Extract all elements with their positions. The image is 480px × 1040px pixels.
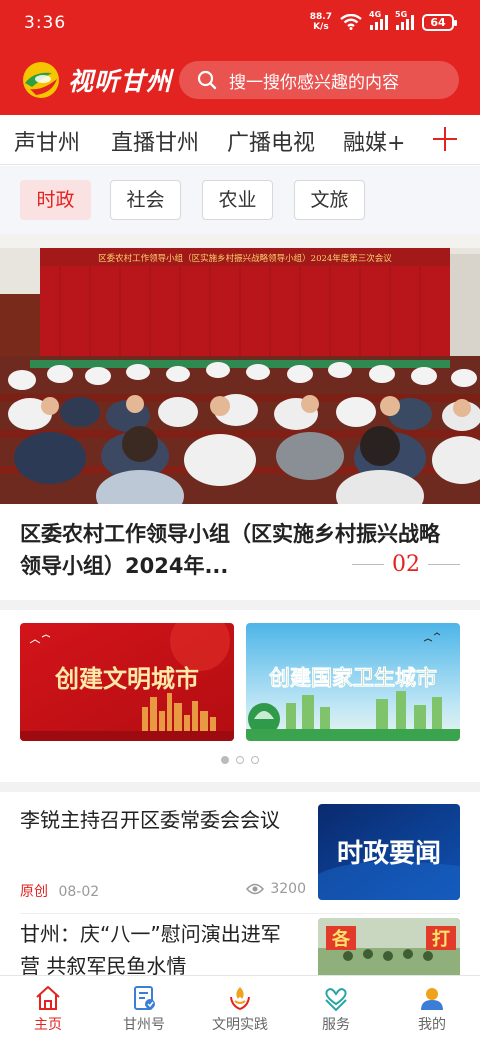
bottom-tab-bar: 主页 甘州号 文明实践 服务 我的 <box>0 975 480 1040</box>
logo-emblem-icon <box>23 62 59 98</box>
news-item[interactable]: 李锐主持召开区委常委会会议 原创 08-02 3200 时政要闻 <box>20 804 460 914</box>
thumb-text-right: 打 <box>432 928 450 950</box>
hero-carousel-image[interactable]: 区委农村工作领导小组（区实施乡村振兴战略领导小组）2024年度第三次会议 <box>0 234 480 504</box>
search-bar[interactable]: 搜一搜你感兴趣的内容 <box>179 61 459 99</box>
news-item-thumbnail: 时政要闻 <box>318 804 460 900</box>
tab-ganzhou-hao-label: 甘州号 <box>123 1017 165 1033</box>
app-root: 3:36 88.7 K/s 4G 5G 64 视听甘州 搜一搜你感兴趣的内容 声… <box>0 0 480 1040</box>
signal-4g-label: 4G <box>369 10 382 19</box>
tab-mine-label: 我的 <box>418 1017 446 1033</box>
signal-5g-icon: 5G <box>395 10 414 30</box>
banner-pagination <box>0 756 480 764</box>
net-speed: 88.7 K/s <box>310 12 332 32</box>
banner-civilized-city-text: 创建文明城市 <box>54 664 199 693</box>
banner-civilized-city-art: 创建文明城市 <box>20 623 234 741</box>
app-logo: 视听甘州 <box>22 61 172 99</box>
news-item[interactable]: 甘州：庆“八一”慰问演出进军营 共叙军民鱼水情 各 打 <box>20 918 460 975</box>
signal-4g-icon: 4G <box>369 10 388 30</box>
channel-tabs: 声甘州 直播甘州 广播电视 融媒+ <box>0 115 480 165</box>
status-bar: 3:36 88.7 K/s 4G 5G 64 <box>0 0 480 48</box>
section-divider <box>0 782 480 792</box>
tab-service[interactable]: 服务 <box>288 984 384 1034</box>
promo-banners: 创建文明城市 创建国家卫生城市 <box>0 610 480 782</box>
subtab-politics[interactable]: 时政 <box>20 180 91 220</box>
thumb-text-left: 各 <box>331 928 351 950</box>
status-indicators: 88.7 K/s 4G 5G 64 <box>310 10 457 32</box>
user-icon <box>421 988 443 1010</box>
subtab-agriculture[interactable]: 农业 <box>202 180 273 220</box>
pagination-dot[interactable] <box>236 756 244 764</box>
add-channel-icon[interactable] <box>432 126 458 152</box>
status-time: 3:36 <box>24 13 67 33</box>
thumb-text: 时政要闻 <box>337 838 441 869</box>
hero-indicator: 02 <box>352 552 460 577</box>
subtab-culture-tourism[interactable]: 文旅 <box>294 180 365 220</box>
pagination-dot[interactable] <box>251 756 259 764</box>
hero-banner-text: 区委农村工作领导小组（区实施乡村振兴战略领导小组）2024年度第三次会议 <box>98 253 392 264</box>
news-item-title: 甘州：庆“八一”慰问演出进军营 共叙军民鱼水情 <box>20 922 281 975</box>
view-count-value: 3200 <box>270 881 306 897</box>
search-icon <box>197 70 217 90</box>
banner-sanitary-city[interactable]: 创建国家卫生城市 <box>246 623 460 741</box>
pagination-dot-active[interactable] <box>221 756 229 764</box>
torch-icon <box>230 987 250 1011</box>
original-tag: 原创 <box>20 884 48 900</box>
banner-civilized-city[interactable]: 创建文明城市 <box>20 623 234 741</box>
tab-civilization-practice[interactable]: 文明实践 <box>192 984 288 1034</box>
channel-tab-media-plus[interactable]: 融媒+ <box>343 125 405 157</box>
news-item-date: 08-02 <box>58 884 100 900</box>
tab-civilization-practice-label: 文明实践 <box>212 1017 268 1033</box>
home-icon <box>36 986 60 1010</box>
sub-category-tabs: 时政 社会 农业 文旅 <box>0 166 480 234</box>
app-header: 3:36 88.7 K/s 4G 5G 64 视听甘州 搜一搜你感兴趣的内容 <box>0 0 480 115</box>
tab-home-label: 主页 <box>34 1017 62 1033</box>
hero-caption[interactable]: 区委农村工作领导小组（区实施乡村振兴战略 领导小组）2024年... 02 <box>0 504 480 600</box>
meeting-photo: 区委农村工作领导小组（区实施乡村振兴战略领导小组）2024年度第三次会议 <box>0 234 480 504</box>
wifi-icon <box>340 14 362 30</box>
news-item-meta: 原创 08-02 3200 <box>20 881 306 901</box>
news-item-title: 李锐主持召开区委常委会会议 <box>20 808 280 832</box>
tab-ganzhou-hao[interactable]: 甘州号 <box>96 984 192 1034</box>
news-list: 李锐主持召开区委常委会会议 原创 08-02 3200 时政要闻 甘州：庆“八一… <box>0 792 480 975</box>
net-speed-value: 88.7 <box>309 12 332 22</box>
eye-icon <box>246 883 265 895</box>
banner-sanitary-city-art: 创建国家卫生城市 <box>246 623 460 741</box>
signal-5g-label: 5G <box>395 10 408 19</box>
tab-home[interactable]: 主页 <box>0 984 96 1034</box>
subtab-society[interactable]: 社会 <box>110 180 181 220</box>
app-name: 视听甘州 <box>68 67 173 96</box>
politics-news-thumb: 时政要闻 <box>318 804 460 900</box>
heart-hands-icon <box>325 988 347 1012</box>
news-item-thumbnail: 各 打 <box>318 918 460 975</box>
hero-index: 02 <box>392 552 420 577</box>
tab-mine[interactable]: 我的 <box>384 984 480 1034</box>
section-divider <box>0 600 480 610</box>
document-icon <box>134 986 155 1010</box>
banner-sanitary-city-text: 创建国家卫生城市 <box>268 665 437 690</box>
army-visit-thumb: 各 打 <box>318 918 460 975</box>
tab-service-label: 服务 <box>322 1017 350 1033</box>
channel-tab-live-ganzhou[interactable]: 直播甘州 <box>111 125 199 157</box>
channel-tab-radio-tv[interactable]: 广播电视 <box>227 125 315 157</box>
view-count: 3200 <box>246 881 306 897</box>
net-speed-unit: K/s <box>313 22 329 32</box>
battery-icon: 64 <box>422 13 457 31</box>
channel-tab-sheng-ganzhou[interactable]: 声甘州 <box>14 125 80 157</box>
search-placeholder: 搜一搜你感兴趣的内容 <box>229 72 399 93</box>
